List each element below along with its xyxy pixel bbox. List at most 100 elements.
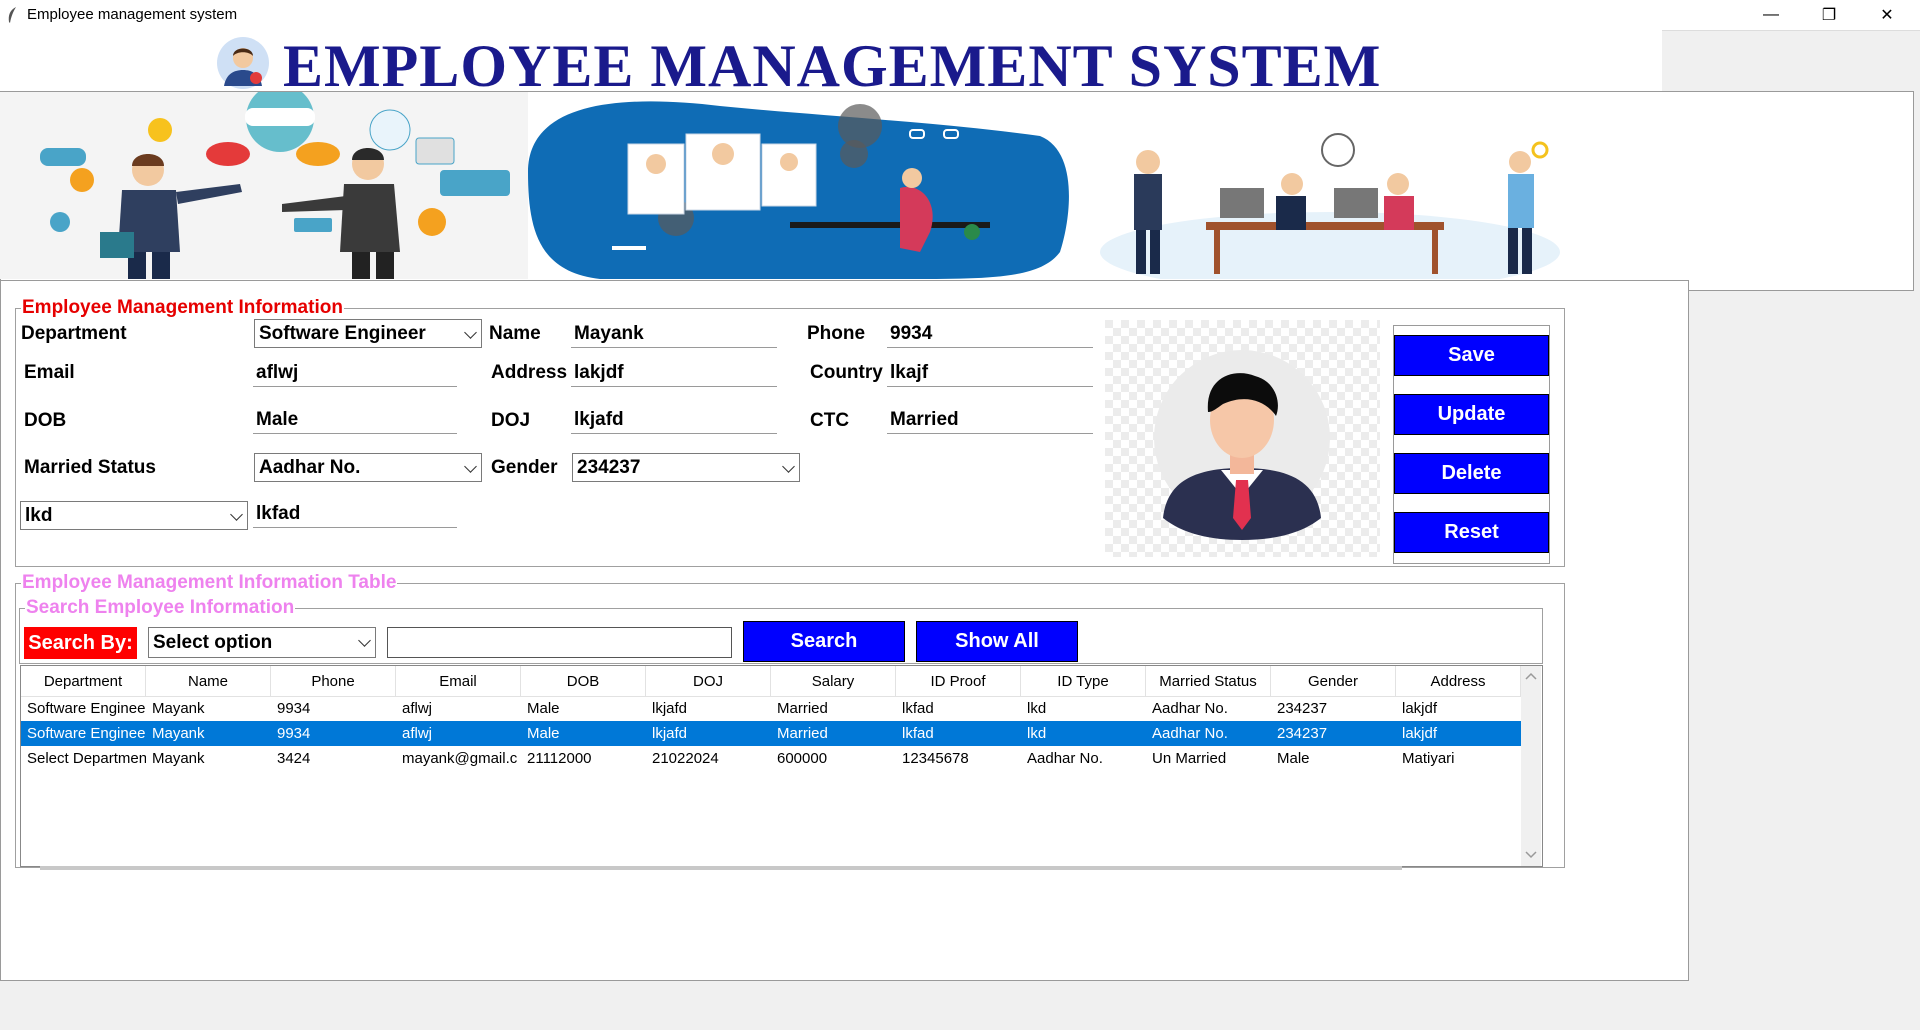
search-button[interactable]: Search — [743, 621, 905, 662]
table-cell: 234237 — [1277, 725, 1328, 742]
table-cell: Married — [777, 725, 828, 742]
table-cell: Software Enginee — [27, 700, 146, 717]
column-header[interactable]: ID Type — [1021, 666, 1146, 696]
column-header[interactable]: Department — [21, 666, 146, 696]
gender-value: 234237 — [577, 456, 641, 478]
department-label: Department — [21, 323, 127, 344]
horizontal-scrollbar[interactable] — [40, 866, 1402, 870]
table-cell: 21022024 — [652, 750, 719, 767]
chevron-down-icon — [358, 634, 371, 647]
table-cell: lkd — [1027, 725, 1047, 742]
gender-label: Gender — [491, 457, 558, 478]
profile-avatar-image — [1105, 320, 1380, 557]
column-header[interactable]: Email — [396, 666, 521, 696]
chevron-down-icon — [230, 508, 243, 521]
table-cell: lakjdf — [1402, 725, 1438, 742]
save-button[interactable]: Save — [1394, 335, 1549, 376]
table-cell: Select Departmen — [27, 750, 146, 767]
table-cell: Married — [777, 700, 828, 717]
table-cell: Aadhar No. — [1152, 700, 1228, 717]
gender-select[interactable]: 234237 — [572, 453, 800, 482]
banner-image — [0, 92, 1614, 279]
table-cell: Mayank — [152, 725, 205, 742]
scroll-down-icon[interactable] — [1525, 851, 1537, 859]
doj-input[interactable] — [571, 406, 777, 434]
minimize-button[interactable]: — — [1742, 0, 1800, 30]
phone-label: Phone — [807, 323, 866, 344]
column-header[interactable]: Married Status — [1146, 666, 1271, 696]
id-type-select[interactable]: lkd — [20, 501, 248, 530]
table-cell: lkfad — [902, 725, 934, 742]
column-header[interactable]: Phone — [271, 666, 396, 696]
chevron-down-icon — [464, 326, 477, 339]
department-select[interactable]: Software Engineer — [254, 319, 482, 348]
search-input[interactable] — [387, 627, 732, 658]
table-row[interactable]: Select Departmen Mayank 3424 mayank@gmail.c… — [21, 746, 1521, 771]
search-by-value: Select option — [153, 631, 273, 653]
table-cell: 3424 — [277, 750, 311, 767]
table-cell: mayank@gmail.c — [402, 750, 518, 767]
show-all-button[interactable]: Show All — [916, 621, 1078, 662]
chevron-down-icon — [782, 460, 795, 473]
table-cell: 9934 — [277, 725, 311, 742]
table-row[interactable]: Software Enginee Mayank 9934 aflwj Male lkjaf… — [21, 696, 1521, 721]
table-cell: aflwj — [402, 725, 433, 742]
column-header[interactable]: Name — [146, 666, 271, 696]
name-input[interactable] — [571, 320, 777, 348]
column-header[interactable]: Address — [1396, 666, 1521, 696]
email-input[interactable] — [253, 359, 457, 387]
column-header[interactable]: Gender — [1271, 666, 1396, 696]
update-button[interactable]: Update — [1394, 394, 1549, 435]
delete-button[interactable]: Delete — [1394, 453, 1549, 494]
table-cell: lkd — [1027, 700, 1047, 717]
search-by-label: Search By: — [24, 627, 137, 659]
address-input[interactable] — [571, 359, 777, 387]
dob-input[interactable] — [253, 406, 457, 434]
name-label: Name — [489, 323, 541, 344]
ctc-input[interactable] — [887, 406, 1093, 434]
ctc-label: CTC — [810, 410, 850, 431]
table-cell: Male — [527, 725, 560, 742]
phone-input[interactable] — [887, 320, 1093, 348]
table-cell: 21112000 — [527, 750, 592, 767]
employee-table: Department Name Phone Email DOB DOJ Salary ID P… — [20, 665, 1543, 867]
email-label: Email — [24, 362, 75, 383]
maximize-button[interactable]: ❐ — [1800, 0, 1858, 30]
married-status-label: Married Status — [24, 457, 156, 478]
reset-button[interactable]: Reset — [1394, 512, 1549, 553]
column-header[interactable]: ID Proof — [896, 666, 1021, 696]
id-proof-input[interactable] — [253, 500, 457, 528]
search-by-select[interactable]: Select option — [148, 627, 376, 658]
search-legend: Search Employee Information — [26, 597, 295, 618]
table-cell: Aadhar No. — [1152, 725, 1228, 742]
table-cell: Male — [527, 700, 560, 717]
app-header: EMPLOYEE MANAGEMENT SYSTEM — [0, 30, 1662, 99]
id-type-value: lkd — [25, 504, 53, 526]
column-header[interactable]: DOB — [521, 666, 646, 696]
table-cell: Un Married — [1152, 750, 1227, 767]
table-header: Department Name Phone Email DOB DOJ Salary ID P… — [21, 666, 1521, 697]
table-cell: 12345678 — [902, 750, 969, 767]
married-status-value: Aadhar No. — [259, 456, 361, 478]
married-status-select[interactable]: Aadhar No. — [254, 453, 482, 482]
vertical-scrollbar[interactable] — [1521, 666, 1541, 866]
scroll-up-icon[interactable] — [1525, 672, 1537, 680]
employee-info-legend: Employee Management Information — [22, 297, 343, 318]
department-value: Software Engineer — [259, 322, 426, 344]
table-cell: 9934 — [277, 700, 311, 717]
table-cell: 234237 — [1277, 700, 1328, 717]
table-cell: lkfad — [902, 700, 934, 717]
column-header[interactable]: DOJ — [646, 666, 771, 696]
table-cell: Matiyari — [1402, 750, 1455, 767]
country-input[interactable] — [887, 359, 1093, 387]
window-title-bar: Employee management system — ❐ ✕ — [0, 0, 1920, 31]
window-title: Employee management system — [27, 6, 238, 23]
feather-icon — [8, 7, 16, 23]
table-row[interactable]: Software Enginee Mayank 9934 aflwj Male lkjaf… — [21, 721, 1521, 746]
dob-label: DOB — [24, 410, 67, 431]
table-cell: aflwj — [402, 700, 433, 717]
column-header[interactable]: Salary — [771, 666, 896, 696]
table-cell: Male — [1277, 750, 1310, 767]
close-button[interactable]: ✕ — [1858, 0, 1916, 30]
table-cell: Mayank — [152, 750, 205, 767]
